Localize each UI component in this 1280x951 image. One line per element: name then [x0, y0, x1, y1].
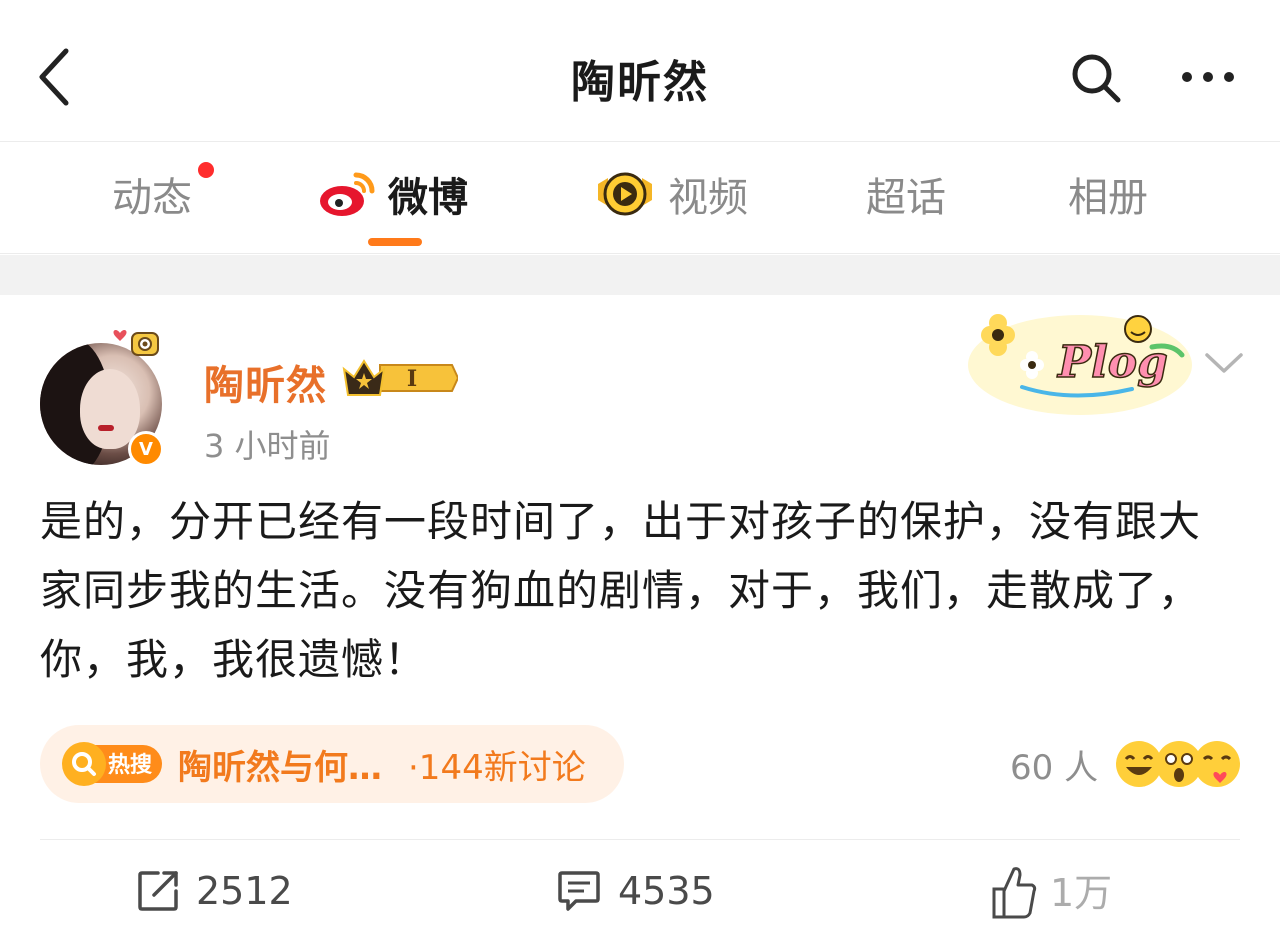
tab-album[interactable]: 相册	[1068, 164, 1148, 224]
author-name[interactable]: 陶昕然	[204, 353, 327, 411]
post-card: V 陶昕然 I 3 小时前 Plog 是的，分开已经有一段时间了，出于对孩子的保…	[0, 295, 1280, 951]
tab-label: 视频	[668, 175, 748, 221]
action-divider	[40, 839, 1240, 840]
active-tab-indicator	[368, 238, 422, 246]
tab-video[interactable]: 视频	[594, 164, 748, 224]
tab-weibo[interactable]: 微博	[318, 164, 468, 224]
chevron-down-icon	[1205, 353, 1243, 373]
camera-pendant-icon	[113, 330, 159, 356]
search-button[interactable]	[1064, 46, 1128, 110]
kiss-emoji-icon	[1194, 741, 1241, 787]
avatar-lip-shape	[98, 425, 114, 431]
smiley-face-icon	[1124, 315, 1152, 343]
hot-search-link[interactable]: 热搜 陶昕然与何… ·144新讨论	[40, 725, 624, 803]
weibo-logo-icon	[320, 172, 375, 216]
tab-label: 相册	[1068, 175, 1148, 221]
thumbs-up-icon	[992, 867, 1037, 919]
reactions-summary[interactable]: 60 人	[1010, 731, 1250, 797]
tab-label: 微博	[388, 175, 468, 221]
author-avatar-group[interactable]: V	[38, 323, 168, 467]
post-body-text: 是的，分开已经有一段时间了，出于对孩子的保护，没有跟大家同步我的生活。没有狗血的…	[40, 497, 1202, 684]
profile-tabs: 动态 微博 视频 超话 相册	[0, 142, 1280, 254]
reaction-emojis	[1114, 737, 1241, 791]
comment-count: 4535	[618, 869, 715, 913]
notification-dot	[198, 162, 214, 178]
tab-dynamics[interactable]: 动态	[112, 162, 214, 224]
repost-count: 2512	[196, 869, 293, 913]
tab-label: 动态	[112, 175, 192, 221]
video-badge-icon	[598, 172, 652, 216]
repost-icon	[138, 871, 178, 911]
verified-badge: V	[128, 431, 164, 467]
more-horizontal-icon	[1182, 72, 1234, 82]
tab-super-topic[interactable]: 超话	[866, 164, 946, 224]
hot-search-count: ·144新讨论	[408, 747, 586, 788]
hot-search-icon: 热搜	[62, 742, 162, 786]
repost-button[interactable]: 2512	[136, 861, 293, 921]
reaction-count: 60 人	[1010, 747, 1099, 788]
comment-button[interactable]: 4535	[556, 861, 715, 921]
hot-search-tag: 热搜	[108, 752, 153, 778]
top-navigation-bar: 陶昕然	[0, 0, 1280, 142]
sticker-text: Plog	[1056, 337, 1168, 388]
post-timestamp: 3 小时前	[204, 427, 331, 465]
more-button[interactable]	[1176, 52, 1240, 102]
crown-member-badge-icon[interactable]: I	[340, 355, 458, 401]
plog-sticker: Plog	[968, 314, 1192, 415]
comment-icon	[558, 871, 600, 911]
hot-search-topic: 陶昕然与何…	[178, 747, 382, 788]
like-count: 1万	[1050, 871, 1112, 915]
level-badge-text: I	[407, 366, 417, 392]
post-options-button[interactable]	[1196, 339, 1252, 387]
like-button[interactable]: 1万	[990, 861, 1260, 921]
search-icon	[1072, 54, 1121, 103]
tab-label: 超话	[866, 175, 946, 221]
section-separator	[0, 255, 1280, 295]
